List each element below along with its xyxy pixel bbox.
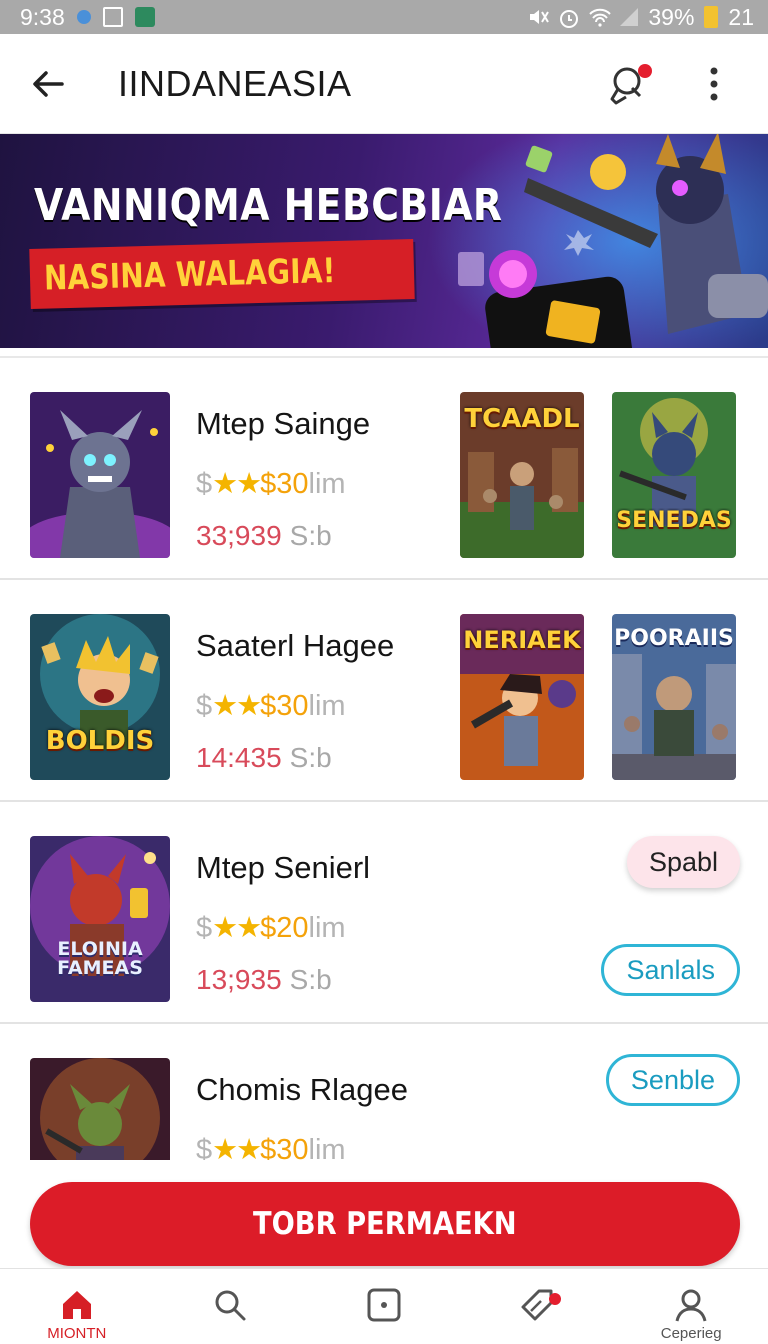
tile-title: NERIAEK [463,626,581,654]
price-amount: $30 [260,468,309,500]
rating-stars: ★★ [212,912,262,944]
price-amount: $30 [260,690,309,722]
game-thumbnail: ELOINIA FAMEAS [30,836,170,1002]
stat-number: 33;939 [196,520,282,551]
game-thumbnail [30,392,170,558]
price-prefix: $ [196,1134,213,1160]
status-bar: 9:38 39% 21 [0,0,768,34]
game-title: Mtep Sainge [196,406,371,441]
primary-action-area: TOBR PERMAEKN [0,1160,768,1268]
rating-stars: ★★ [212,1134,262,1160]
game-thumbnail [30,1058,170,1160]
price-unit: lim [308,1134,346,1160]
battery-icon [704,6,719,28]
thumbnail-title: BOLDIS [45,726,155,756]
battery-percent: 39% [648,3,695,30]
related-game-tile[interactable]: SENEDAS [612,392,736,558]
rating-stars: ★★ [212,468,262,500]
related-game-tile[interactable]: TCAADL [460,392,584,558]
more-vert-icon [710,67,718,100]
notification-dot [638,63,652,78]
game-stat: 14:435 S:b [196,742,332,774]
price-unit: lim [308,912,346,944]
status-time: 9:38 [20,3,65,30]
sanlals-button[interactable]: Sanlals [601,944,740,996]
wifi-icon [588,7,612,27]
nav-item-home[interactable]: MIONTN [0,1269,154,1344]
banner-character-illustration [428,134,768,348]
promo-banner[interactable]: VANNIQMA HEBCBIAR NASINA WALAGIA! [0,134,768,348]
price-amount: $20 [260,912,309,944]
ping-pong-button[interactable] [606,60,654,108]
tile-title: SENEDAS [616,508,732,533]
deals-notification-dot [548,1293,561,1305]
home-icon [62,1291,91,1319]
search-icon [215,1290,246,1321]
back-arrow-icon [33,70,64,97]
nav-label-profile: Ceperieg [660,1325,722,1342]
game-title: Mtep Senierl [196,850,371,885]
game-list: Mtep Sainge $★★$30lim 33;939S:b TCAADL [0,356,768,1160]
spabl-chip[interactable]: Spabl [626,836,740,888]
sale-tag-icon [521,1289,553,1321]
game-price: $★★$20lim [196,910,346,945]
signal-icon [618,7,639,27]
banner-headline: VANNIQMA HEBCBIAR [34,180,503,231]
app-screen: 9:38 39% 21 IINDANEASIA VANNIQMA HEBCBIA… [0,0,768,1344]
game-price: $★★$30lim [196,1132,346,1160]
image-icon [134,7,155,27]
primary-action-button[interactable]: TOBR PERMAEKN [30,1182,740,1266]
related-game-tile[interactable]: POORAIIS [612,614,736,780]
game-row[interactable]: BOLDIS Saaterl Hagee $★★$30lim 14:435 S:b [0,580,768,802]
senble-button[interactable]: Senble [605,1054,740,1106]
stat-number: 13;935 [196,964,282,995]
price-prefix: $ [196,468,213,500]
nav-item-deals[interactable] [461,1269,615,1344]
game-stat: 33;939 S:b [196,520,332,552]
mute-icon [528,7,550,27]
qr-icon [102,7,123,27]
price-amount: $30 [260,1134,309,1160]
banner-cta: NASINA WALAGIA! [29,238,415,310]
nav-item-games[interactable] [307,1269,461,1344]
bottom-navigation: MIONTN Ceperieg [0,1268,768,1344]
rating-stars: ★★ [212,690,262,722]
price-unit: lim [308,468,346,500]
alarm-icon [558,7,579,28]
stat-number: 14:435 [196,742,282,773]
status-extra: 21 [728,3,754,30]
price-unit: lim [308,690,346,722]
app-bar: IINDANEASIA [0,34,768,134]
game-price: $★★$30lim [196,466,346,501]
tile-title: TCAADL [464,404,580,434]
more-options-button[interactable] [690,60,738,108]
tile-title: POORAIIS [614,626,734,651]
game-row[interactable]: ELOINIA FAMEAS Mtep Senierl $★★$20lim 13… [0,802,768,1024]
price-prefix: $ [196,912,213,944]
nav-label-home: MIONTN [47,1325,107,1342]
stat-suffix: S:b [289,964,332,995]
banner-cta-label: NASINA WALAGIA! [43,251,337,299]
back-button[interactable] [18,54,78,114]
dice-icon [367,1288,401,1322]
page-title: IINDANEASIA [118,62,352,104]
game-row[interactable]: Mtep Sainge $★★$30lim 33;939S:b TCAADL [0,358,768,580]
primary-action-label: TOBR PERMAEKN [253,1206,517,1242]
game-title: Chomis Rlagee [196,1072,408,1107]
location-icon [76,10,91,24]
game-stat: 13;935 S:b [196,964,332,996]
profile-icon [675,1289,707,1322]
game-price: $★★$30lim [196,688,346,723]
stat-suffix: S:b [289,742,332,773]
nav-item-profile[interactable]: Ceperieg [614,1269,768,1344]
game-thumbnail: BOLDIS [30,614,170,780]
game-title: Saaterl Hagee [196,628,395,663]
thumbnail-title: ELOINIA FAMEAS [57,940,143,978]
game-row[interactable]: Chomis Rlagee $★★$30lim Senble [0,1024,768,1160]
price-prefix: $ [196,690,213,722]
related-game-tile[interactable]: NERIAEK [460,614,584,780]
nav-item-search[interactable] [154,1269,308,1344]
stat-suffix: S:b [289,520,332,551]
